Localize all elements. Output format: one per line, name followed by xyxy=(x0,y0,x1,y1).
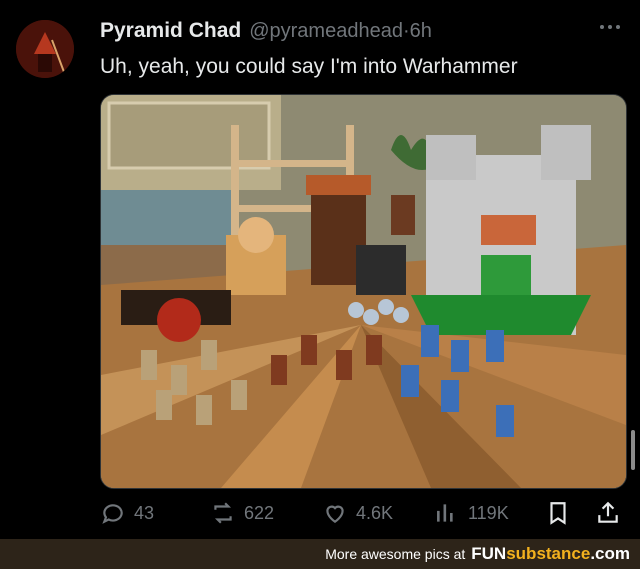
like-action[interactable]: 4.6K xyxy=(322,500,393,526)
reply-icon xyxy=(102,504,123,524)
tweet-header: Pyramid Chad @pyrameadhead·6h xyxy=(100,19,432,43)
views-action[interactable]: 119K xyxy=(434,500,509,526)
tweet-time[interactable]: 6h xyxy=(410,20,432,42)
toy-castle-photo xyxy=(101,95,626,488)
tweet-media-image[interactable] xyxy=(100,94,627,489)
user-handle[interactable]: @pyrameadhead·6h xyxy=(249,20,432,43)
avatar[interactable] xyxy=(16,20,74,78)
scrollbar-thumb[interactable] xyxy=(631,430,635,470)
share-icon xyxy=(598,501,618,523)
brand-logo[interactable]: FUNsubstance.com xyxy=(471,544,630,564)
reply-action[interactable]: 43 xyxy=(100,500,154,526)
watermark-footer: More awesome pics at FUNsubstance.com xyxy=(0,539,640,569)
more-horizontal-icon[interactable] xyxy=(598,22,622,32)
brand-fun: FUN xyxy=(471,544,507,563)
brand-sub: substance xyxy=(506,544,591,563)
bookmark-icon xyxy=(550,502,566,525)
repost-count: 622 xyxy=(244,502,275,523)
views-icon xyxy=(437,504,453,522)
display-name[interactable]: Pyramid Chad xyxy=(100,19,241,43)
heart-icon xyxy=(326,505,344,523)
separator-dot: · xyxy=(402,20,410,42)
share-action[interactable] xyxy=(595,500,621,526)
like-count: 4.6K xyxy=(356,502,394,523)
handle-text: @pyrameadhead xyxy=(249,20,403,42)
tweet-text: Uh, yeah, you could say I'm into Warhamm… xyxy=(100,55,518,78)
tweet: Pyramid Chad @pyrameadhead·6h Uh, yeah, … xyxy=(0,0,640,539)
repost-action[interactable]: 622 xyxy=(210,500,274,526)
repost-icon xyxy=(214,502,232,524)
brand-com: .com xyxy=(590,544,630,563)
bookmark-action[interactable] xyxy=(545,500,571,526)
views-count: 119K xyxy=(468,502,509,523)
footer-text: More awesome pics at xyxy=(325,546,466,562)
tweet-actions: 43 622 4.6K 119K xyxy=(100,500,625,530)
reply-count: 43 xyxy=(134,502,155,523)
